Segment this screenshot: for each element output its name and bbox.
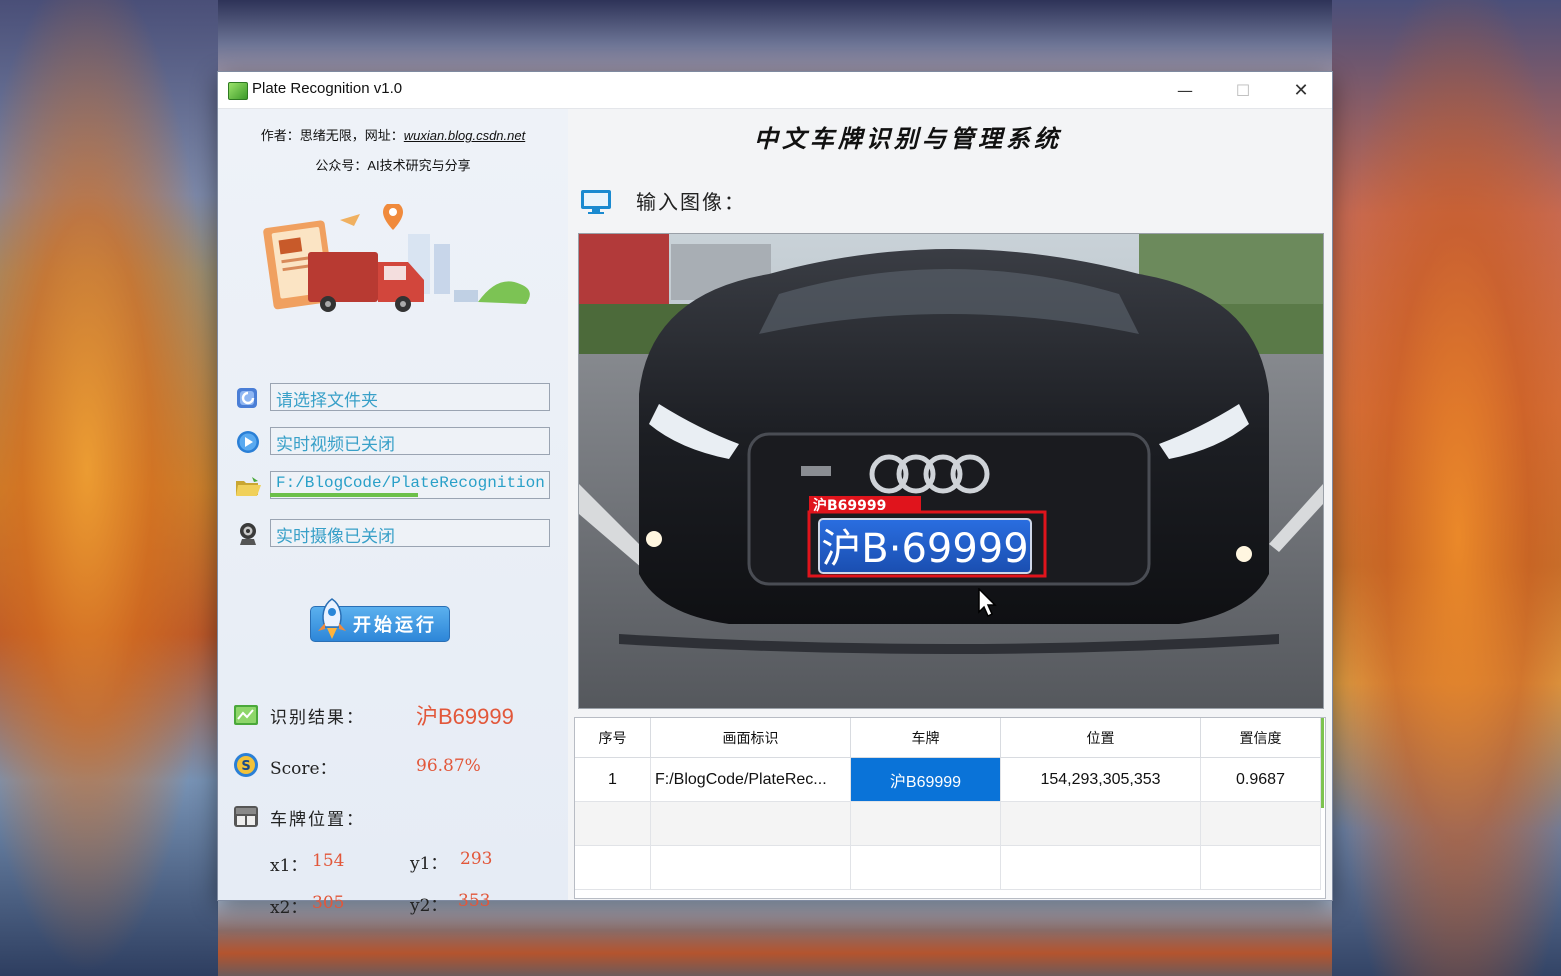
video-status-field[interactable]: 实时视频已关闭 bbox=[270, 427, 550, 455]
desktop-wallpaper-bottom bbox=[218, 900, 1332, 976]
x2-label: x2： bbox=[270, 898, 308, 918]
minimize-button[interactable]: — bbox=[1156, 72, 1214, 108]
table-cell[interactable]: 0.9687 bbox=[1201, 758, 1321, 802]
app-window: Plate Recognition v1.0 — ☐ ✕ 作者：思绪无限，网址：… bbox=[218, 72, 1332, 918]
webcam-row: 实时摄像已关闭 bbox=[234, 517, 554, 549]
input-image-label: 输入图像： bbox=[636, 190, 746, 214]
position-icon bbox=[234, 806, 258, 827]
delivery-illustration bbox=[263, 204, 530, 312]
table-cell[interactable] bbox=[1001, 802, 1201, 846]
position-label: 车牌位置： bbox=[270, 810, 365, 830]
close-button[interactable]: ✕ bbox=[1272, 72, 1330, 108]
monitor-icon bbox=[581, 190, 611, 214]
score-icon: S bbox=[234, 753, 258, 777]
folder-select-row: 请选择文件夹 bbox=[234, 381, 554, 413]
plate-text: 沪B·69999 bbox=[821, 526, 1028, 572]
y2-value: 353 bbox=[458, 891, 491, 911]
table-cell[interactable]: F:/BlogCode/PlateRec... bbox=[651, 758, 851, 802]
x1-label: x1： bbox=[270, 856, 308, 876]
col-header-position[interactable]: 位置 bbox=[1001, 718, 1201, 758]
result-icon bbox=[234, 705, 258, 725]
folder-select-icon bbox=[237, 388, 257, 408]
webcam-status-field[interactable]: 实时摄像已关闭 bbox=[270, 519, 550, 547]
mouse-cursor-icon bbox=[978, 588, 997, 618]
maximize-button[interactable]: ☐ bbox=[1214, 72, 1272, 108]
score-label: Score： bbox=[270, 759, 337, 779]
load-progress-bar bbox=[270, 493, 418, 497]
table-cell[interactable] bbox=[851, 802, 1001, 846]
x1-value: 154 bbox=[312, 851, 345, 871]
table-scrollbar[interactable] bbox=[1321, 718, 1324, 808]
result-label: 识别结果： bbox=[270, 708, 365, 728]
page-title: 中文车牌识别与管理系统 bbox=[754, 124, 1062, 153]
author-prefix: 作者：思绪无限，网址： bbox=[260, 128, 404, 143]
detection-label: 沪B69999 bbox=[813, 497, 886, 514]
result-value: 沪B69999 bbox=[416, 704, 514, 729]
video-play-icon bbox=[237, 431, 259, 453]
start-button-label: 开始运行 bbox=[353, 615, 437, 636]
right-panel: 中文车牌识别与管理系统 输入图像： 沪B·69999 沪B69999 序号 画面… bbox=[568, 109, 1332, 900]
table-cell[interactable] bbox=[1001, 846, 1201, 890]
y2-label: y2： bbox=[410, 896, 448, 916]
desktop-wallpaper-top bbox=[218, 0, 1332, 72]
webcam-icon bbox=[240, 523, 256, 545]
score-value: 96.87% bbox=[416, 756, 481, 776]
table-cell-selected[interactable]: 沪B69999 bbox=[851, 758, 1001, 802]
table-cell[interactable] bbox=[651, 846, 851, 890]
desktop-wallpaper-left bbox=[0, 0, 218, 976]
table-cell[interactable]: 1 bbox=[575, 758, 651, 802]
video-row: 实时视频已关闭 bbox=[234, 425, 554, 457]
wechat-line: 公众号：AI技术研究与分享 bbox=[315, 158, 471, 173]
table-cell[interactable]: 154,293,305,353 bbox=[1001, 758, 1201, 802]
open-folder-icon bbox=[236, 477, 261, 496]
col-header-source[interactable]: 画面标识 bbox=[651, 718, 851, 758]
folder-select-field[interactable]: 请选择文件夹 bbox=[270, 383, 550, 411]
svg-text:S: S bbox=[241, 759, 250, 774]
title-bar[interactable]: Plate Recognition v1.0 — ☐ ✕ bbox=[218, 72, 1332, 109]
app-icon bbox=[228, 82, 248, 100]
results-table: 序号 画面标识 车牌 位置 置信度 1 F:/BlogCode/PlateRec… bbox=[574, 717, 1326, 899]
table-cell[interactable] bbox=[575, 846, 651, 890]
y1-label: y1： bbox=[410, 854, 448, 874]
input-image[interactable]: 沪B·69999 沪B69999 bbox=[578, 233, 1324, 709]
desktop-wallpaper-right bbox=[1332, 0, 1561, 976]
author-link[interactable]: wuxian.blog.csdn.net bbox=[404, 128, 525, 143]
col-header-confidence[interactable]: 置信度 bbox=[1201, 718, 1321, 758]
table-cell[interactable] bbox=[851, 846, 1001, 890]
start-button[interactable]: 开始运行 bbox=[310, 598, 450, 642]
table-cell[interactable] bbox=[575, 802, 651, 846]
table-cell[interactable] bbox=[1201, 846, 1321, 890]
author-line: 作者：思绪无限，网址：wuxian.blog.csdn.net bbox=[218, 125, 568, 144]
y1-value: 293 bbox=[460, 849, 493, 869]
folder-path-row: F:/BlogCode/PlateRecognition bbox=[234, 469, 554, 501]
col-header-index[interactable]: 序号 bbox=[575, 718, 651, 758]
rocket-icon bbox=[318, 598, 346, 639]
col-header-plate[interactable]: 车牌 bbox=[851, 718, 1001, 758]
table-cell[interactable] bbox=[651, 802, 851, 846]
x2-value: 305 bbox=[312, 893, 345, 913]
table-cell[interactable] bbox=[1201, 802, 1321, 846]
window-title: Plate Recognition v1.0 bbox=[252, 80, 403, 97]
left-panel: 作者：思绪无限，网址：wuxian.blog.csdn.net 公众号：AI技术… bbox=[218, 109, 568, 918]
